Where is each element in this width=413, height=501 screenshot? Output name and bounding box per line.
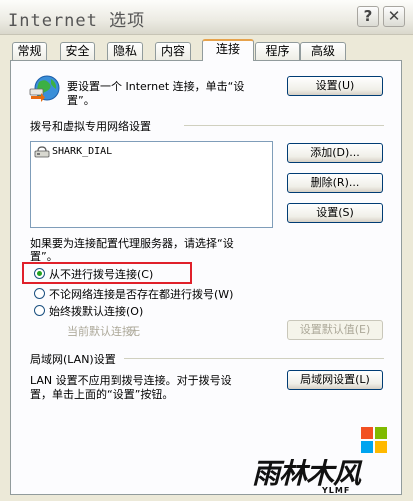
- tab-content[interactable]: 内容: [155, 42, 191, 60]
- remove-button[interactable]: 删除(R)...: [287, 173, 383, 193]
- list-item-label: SHARK_DIAL: [52, 146, 113, 157]
- close-button[interactable]: ✕: [383, 6, 405, 27]
- title-bar[interactable]: Internet 选项 ? ✕: [0, 0, 413, 35]
- current-default-value: 无: [129, 325, 140, 338]
- tab-security[interactable]: 安全: [60, 42, 95, 60]
- window-title: Internet 选项: [8, 11, 146, 31]
- tab-programs[interactable]: 程序: [255, 42, 300, 60]
- globe-network-icon: [29, 75, 60, 102]
- default-dial-option[interactable]: 始终拨默认连接(O): [30, 303, 180, 318]
- watermark-subtext: YLMF: [322, 486, 351, 495]
- always-dial-radio[interactable]: [34, 288, 45, 299]
- never-dial-option[interactable]: 从不进行拨号连接(C): [30, 266, 185, 281]
- dialup-settings-button[interactable]: 设置(S): [287, 203, 383, 223]
- lan-description-line2: 置，单击上面的“设置”按钮。: [30, 388, 174, 401]
- dialup-connections-list[interactable]: SHARK_DIAL: [30, 141, 273, 228]
- lan-group-divider: [124, 358, 384, 359]
- proxy-description-line1: 如果要为连接配置代理服务器，请选择“设: [30, 237, 234, 250]
- tab-advanced[interactable]: 高级: [300, 42, 346, 60]
- dialup-connection-icon: [34, 146, 50, 158]
- dialup-group-label: 拨号和虚拟专用网络设置: [30, 118, 151, 134]
- never-dial-label: 从不进行拨号连接(C): [49, 268, 154, 281]
- setup-description-line2: 置”。: [67, 94, 95, 107]
- always-dial-label: 不论网络连接是否存在都进行拨号(W): [49, 288, 234, 301]
- default-dial-radio[interactable]: [34, 305, 45, 316]
- internet-options-window: Internet 选项 ? ✕ 常规 安全 隐私 内容 连接 程序 高级 要设置…: [0, 0, 413, 501]
- never-dial-radio[interactable]: [34, 268, 45, 279]
- lan-settings-button[interactable]: 局域网设置(L): [287, 370, 383, 390]
- tab-general[interactable]: 常规: [12, 42, 47, 60]
- lan-group-label: 局域网(LAN)设置: [30, 351, 116, 367]
- default-dial-label: 始终拨默认连接(O): [49, 305, 144, 318]
- current-default-label: 当前默认连接:: [67, 325, 137, 338]
- setup-button[interactable]: 设置(U): [287, 76, 383, 96]
- help-button[interactable]: ?: [357, 6, 379, 27]
- tab-connections[interactable]: 连接: [202, 39, 254, 61]
- add-button[interactable]: 添加(D)...: [287, 143, 383, 163]
- always-dial-option[interactable]: 不论网络连接是否存在都进行拨号(W): [30, 286, 260, 301]
- dialup-group-divider: [184, 125, 384, 126]
- windows-logo-icon: [361, 427, 387, 453]
- set-default-button[interactable]: 设置默认值(E): [287, 320, 383, 340]
- tab-privacy[interactable]: 隐私: [107, 42, 143, 60]
